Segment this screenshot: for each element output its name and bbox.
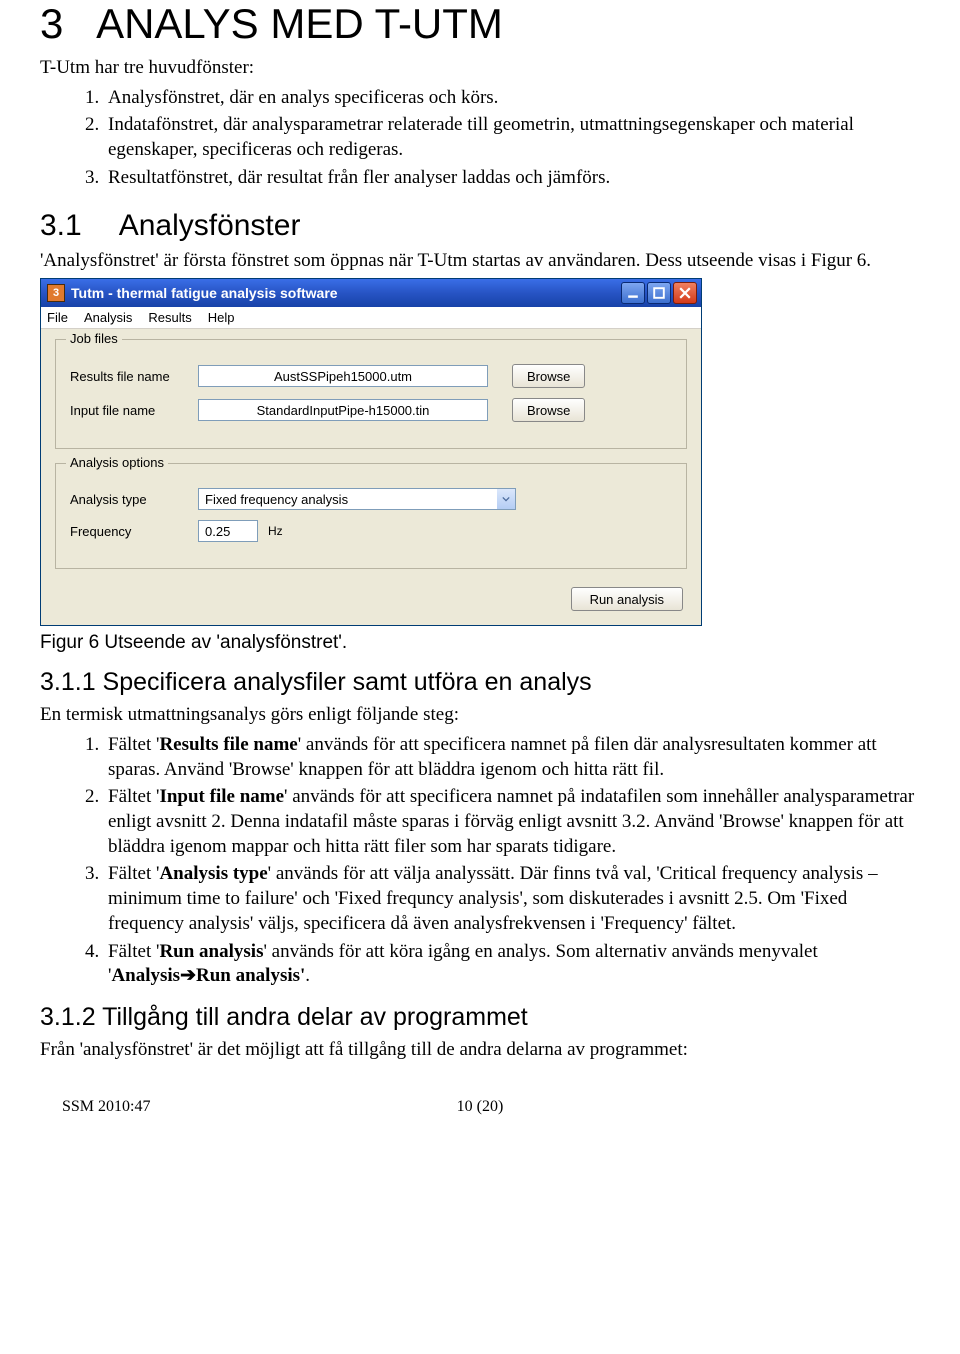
maximize-icon [653,287,665,299]
frequency-unit: Hz [268,524,283,538]
frequency-input[interactable]: 0.25 [198,520,258,542]
tutm-app-window: 3 Tutm - thermal fatigue analysis softwa… [40,278,702,626]
window-titlebar[interactable]: 3 Tutm - thermal fatigue analysis softwa… [41,279,701,307]
menubar: File Analysis Results Help [41,307,701,329]
job-files-legend: Job files [66,331,122,346]
menu-file[interactable]: File [47,310,68,325]
browse-results-button[interactable]: Browse [512,364,585,388]
section-3-1-heading: 3.1 Analysfönster [40,209,920,243]
list-item: Fältet 'Results file name' används för a… [104,733,920,782]
app-icon: 3 [47,284,65,302]
section-3-1-body: 'Analysfönstret' är första fönstret som … [40,249,920,273]
list-item: Fältet 'Run analysis' används för att kö… [104,940,920,989]
job-files-group: Job files Results file name AustSSPipeh1… [55,339,687,449]
input-file-label: Input file name [70,403,198,418]
close-icon [679,287,691,299]
footer-page-number: 10 (20) [40,1098,920,1116]
minimize-icon [627,287,639,299]
section-3-1-2-heading: 3.1.2 Tillgång till andra delar av progr… [40,1003,920,1032]
run-analysis-button[interactable]: Run analysis [571,587,683,611]
menu-help[interactable]: Help [208,310,235,325]
menu-analysis[interactable]: Analysis [84,310,132,325]
list-item: Analysfönstret, där en analys specificer… [104,86,920,111]
section-3-1-2-body: Från 'analysfönstret' är det möjligt att… [40,1038,920,1062]
analysis-type-value: Fixed frequency analysis [199,492,497,507]
client-area: Job files Results file name AustSSPipeh1… [41,329,701,625]
chevron-down-icon [502,496,510,502]
analysis-type-label: Analysis type [70,492,198,507]
window-title: Tutm - thermal fatigue analysis software [71,285,621,301]
intro-paragraph: T-Utm har tre huvudfönster: [40,56,920,80]
footer-left: SSM 2010:47 [62,1098,150,1116]
steps-list: Fältet 'Results file name' används för a… [40,733,920,989]
list-item: Fältet 'Analysis type' används för att v… [104,862,920,936]
section-number: 3.1 [40,209,112,243]
list-item: Fältet 'Input file name' används för att… [104,785,920,859]
windows-enumeration: Analysfönstret, där en analys specificer… [40,86,920,191]
frequency-row: Frequency 0.25 Hz [70,520,672,542]
list-item: Resultatfönstret, där resultat från fler… [104,166,920,191]
chapter-heading: 3 ANALYS MED T-UTM [40,0,920,48]
minimize-button[interactable] [621,282,645,304]
run-row: Run analysis [55,583,687,611]
results-file-row: Results file name AustSSPipeh15000.utm B… [70,364,672,388]
menu-results[interactable]: Results [148,310,191,325]
list-item: Indatafönstret, där analysparametrar rel… [104,113,920,162]
results-file-input[interactable]: AustSSPipeh15000.utm [198,365,488,387]
analysis-type-select[interactable]: Fixed frequency analysis [198,488,516,510]
input-file-input[interactable]: StandardInputPipe-h15000.tin [198,399,488,421]
dropdown-arrow [497,489,515,509]
chapter-title: ANALYS MED T-UTM [96,0,503,47]
figure-6-caption: Figur 6 Utseende av 'analysfönstret'. [40,632,920,654]
window-buttons [621,282,697,304]
frequency-label: Frequency [70,524,198,539]
results-file-label: Results file name [70,369,198,384]
maximize-button[interactable] [647,282,671,304]
input-file-row: Input file name StandardInputPipe-h15000… [70,398,672,422]
analysis-options-group: Analysis options Analysis type Fixed fre… [55,463,687,569]
browse-input-button[interactable]: Browse [512,398,585,422]
analysis-type-row: Analysis type Fixed frequency analysis [70,488,672,510]
analysis-options-legend: Analysis options [66,455,168,470]
section-3-1-1-heading: 3.1.1 Specificera analysfiler samt utför… [40,668,920,697]
section-3-1-1-lead: En termisk utmattningsanalys görs enligt… [40,703,920,727]
page-footer: SSM 2010:47 10 (20) [40,1098,920,1116]
section-title: Analysfönster [119,209,301,242]
chapter-number: 3 [40,0,63,47]
close-button[interactable] [673,282,697,304]
